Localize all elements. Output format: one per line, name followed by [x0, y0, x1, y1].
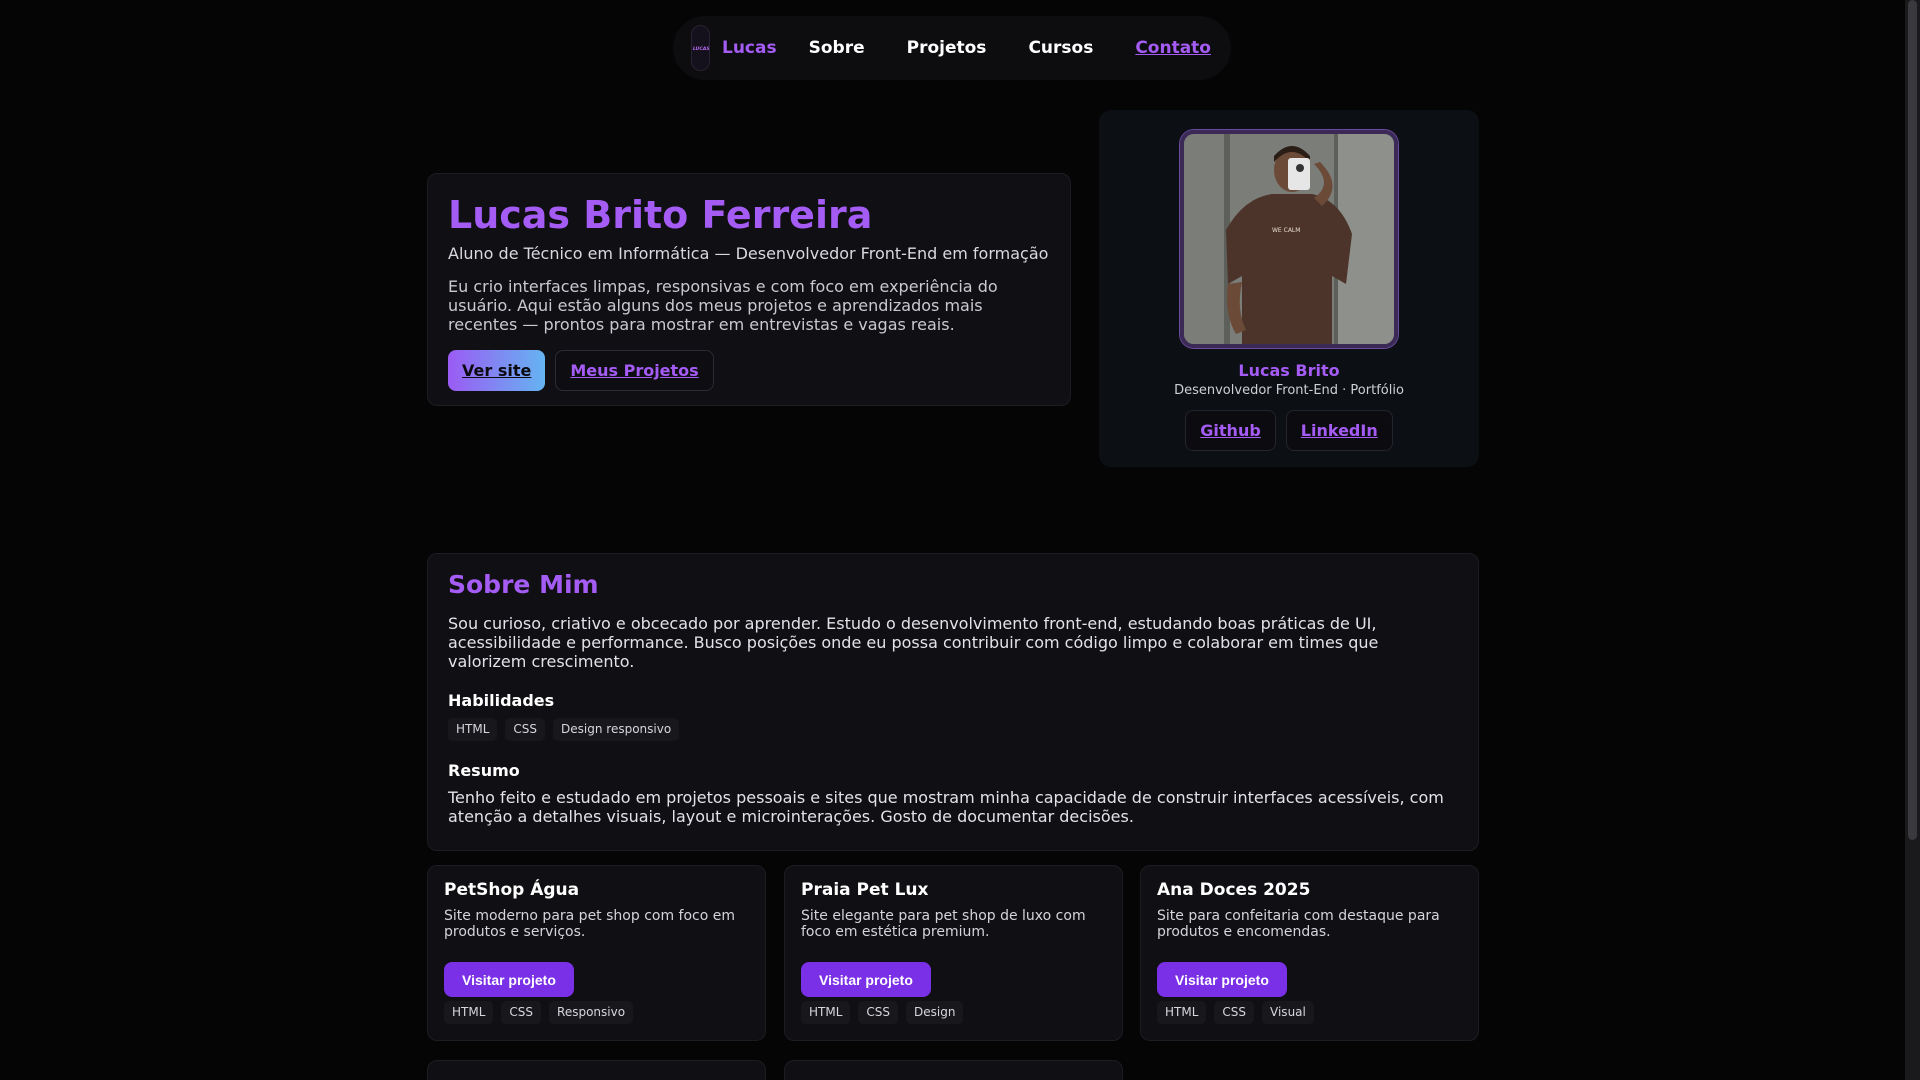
project-card-praia-pet: Praia Pet Lux Site elegante para pet sho… [784, 865, 1123, 1041]
visit-project-button[interactable]: Visitar projeto [1157, 962, 1287, 997]
project-title: PetShop Água [444, 880, 580, 900]
hero-subtitle: Aluno de Técnico em Informática — Desenv… [448, 244, 1049, 263]
project-tag: Responsivo [549, 1001, 634, 1024]
hero-name: Lucas Brito Ferreira [448, 193, 873, 237]
hero-actions: Ver site Meus Projetos [448, 350, 1050, 391]
project-title: Praia Pet Lux [801, 880, 929, 900]
skill-tag: Design responsivo [553, 718, 680, 741]
project-card-petshop: PetShop Água Site moderno para pet shop … [427, 865, 766, 1041]
profile-name: Lucas Brito [1238, 361, 1340, 380]
project-tag: CSS [1214, 1001, 1255, 1024]
nav-link-cursos[interactable]: Cursos [1028, 38, 1093, 58]
about-intro: Sou curioso, criativo e obcecado por apr… [448, 614, 1379, 671]
summary-text: Tenho feito e estudado em projetos pesso… [448, 788, 1444, 826]
project-card-partial [784, 1060, 1123, 1080]
project-tag: CSS [501, 1001, 542, 1024]
project-title: Ana Doces 2025 [1157, 880, 1311, 900]
profile-photo: WE CALM [1180, 130, 1398, 348]
nav-link-contato[interactable]: Contato [1135, 38, 1211, 58]
svg-text:LUCAS B: LUCAS B [693, 46, 709, 52]
logo-icon[interactable]: LUCAS B [691, 25, 710, 71]
project-card-ana-doces: Ana Doces 2025 Site para confeitaria com… [1140, 865, 1479, 1041]
summary-title: Resumo [448, 761, 520, 780]
top-nav: LUCAS B Lucas Sobre Projetos Cursos Cont… [673, 16, 1231, 80]
profile-photo-illustration: WE CALM [1184, 134, 1394, 344]
project-tag: Visual [1262, 1001, 1314, 1024]
visit-project-button[interactable]: Visitar projeto [801, 962, 931, 997]
github-link[interactable]: Github [1185, 410, 1276, 451]
linkedin-link[interactable]: LinkedIn [1285, 410, 1393, 451]
skill-tag: HTML [448, 718, 498, 741]
project-tags: HTML CSS Visual [1157, 1001, 1462, 1024]
logo-mark: LUCAS B [693, 46, 709, 52]
profile-role: Desenvolvedor Front-End · Portfólio [1174, 383, 1404, 398]
svg-text:WE CALM: WE CALM [1272, 227, 1300, 234]
scrollbar-thumb[interactable] [1908, 0, 1917, 840]
nav-link-sobre[interactable]: Sobre [809, 38, 865, 58]
skills-tags: HTML CSS Design responsivo [448, 718, 1458, 741]
skills-title: Habilidades [448, 691, 555, 710]
project-description: Site elegante para pet shop de luxo com … [801, 908, 1086, 940]
meus-projetos-button[interactable]: Meus Projetos [555, 350, 714, 391]
project-tag: Design [906, 1001, 964, 1024]
hero-card: Lucas Brito Ferreira Aluno de Técnico em… [427, 173, 1071, 406]
project-tags: HTML CSS Responsivo [444, 1001, 749, 1024]
project-tag: HTML [801, 1001, 851, 1024]
project-description: Site moderno para pet shop com foco em p… [444, 908, 735, 940]
profile-card: WE CALM Lucas Brito Desenvolvedor Front-… [1099, 110, 1479, 467]
project-tag: HTML [1157, 1001, 1207, 1024]
about-section: Sobre Mim Sou curioso, criativo e obceca… [427, 553, 1479, 851]
page-scrollbar[interactable] [1905, 0, 1920, 1080]
project-card-partial [427, 1060, 766, 1080]
skill-tag: CSS [505, 718, 546, 741]
about-title: Sobre Mim [448, 570, 599, 599]
hero-description: Eu crio interfaces limpas, responsivas e… [448, 277, 998, 334]
nav-link-projetos[interactable]: Projetos [907, 38, 987, 58]
project-tag: CSS [858, 1001, 899, 1024]
profile-links: Github LinkedIn [1185, 410, 1393, 451]
project-tags: HTML CSS Design [801, 1001, 1106, 1024]
project-description: Site para confeitaria com destaque para … [1157, 908, 1440, 940]
visit-project-button[interactable]: Visitar projeto [444, 962, 574, 997]
nav-brand[interactable]: Lucas [722, 38, 777, 58]
project-tag: HTML [444, 1001, 494, 1024]
ver-site-button[interactable]: Ver site [448, 350, 546, 391]
